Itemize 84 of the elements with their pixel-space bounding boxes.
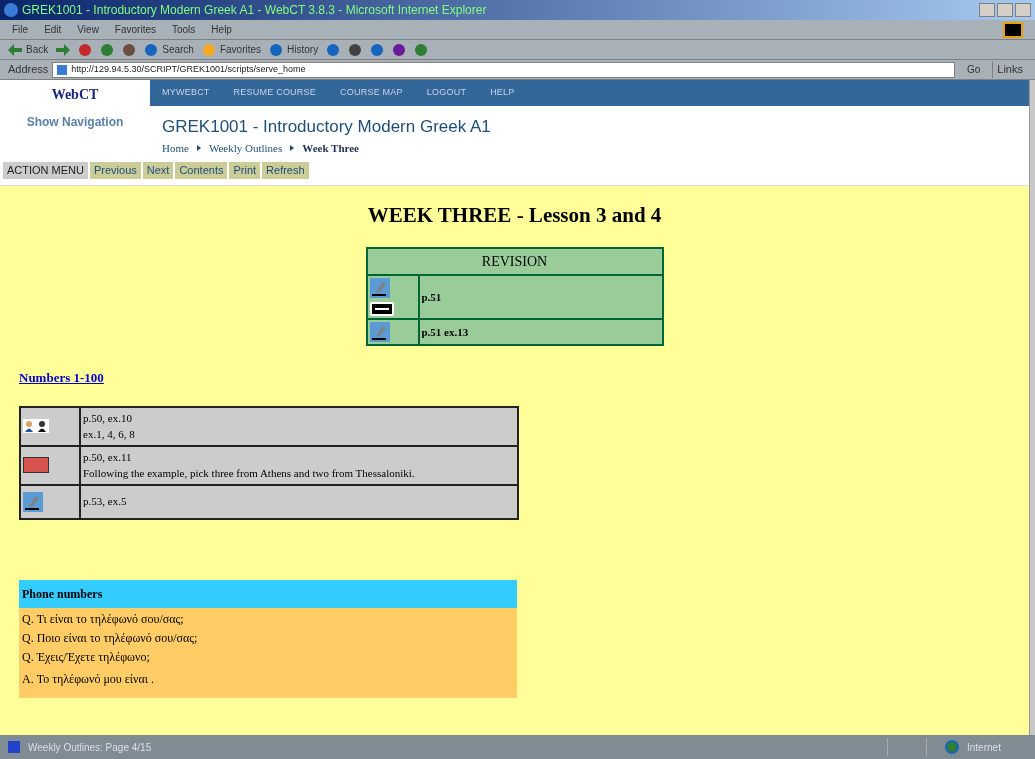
history-button[interactable]: History bbox=[269, 42, 319, 57]
webct-logo: WebCT bbox=[51, 86, 99, 104]
messenger-button[interactable] bbox=[414, 42, 429, 57]
action-menu-label: ACTION MENU bbox=[3, 162, 88, 179]
favorites-button[interactable]: Favorites bbox=[201, 42, 262, 57]
forward-button[interactable] bbox=[56, 43, 71, 56]
toolbar-icon bbox=[201, 42, 216, 57]
numbers-link[interactable]: Numbers 1-100 bbox=[19, 368, 104, 388]
table-cell: p.51 ex.13 bbox=[418, 319, 663, 345]
action-button[interactable]: Refresh bbox=[262, 162, 309, 179]
phrase-text: Q. Ποιο είναι το τηλέφωνό σου/σας; bbox=[22, 629, 199, 647]
phrase-text: Q. Έχεις/Έχετε τηλέφωνο; bbox=[22, 648, 151, 666]
links-button[interactable]: Links bbox=[992, 61, 1027, 78]
status-panel bbox=[887, 738, 927, 756]
toolbar-icon bbox=[392, 42, 407, 57]
separator-icon bbox=[290, 144, 295, 151]
menu-item[interactable]: File bbox=[12, 22, 29, 37]
globe-icon bbox=[945, 740, 959, 754]
toolbar-icon bbox=[414, 42, 429, 57]
go-button[interactable]: Go bbox=[958, 62, 989, 77]
cassette-icon bbox=[369, 302, 394, 316]
toolbar-icon bbox=[100, 42, 115, 57]
separator-icon bbox=[196, 144, 201, 151]
back-arrow-icon bbox=[8, 43, 22, 56]
cassette-icon bbox=[23, 457, 49, 473]
writing-icon bbox=[23, 491, 43, 512]
exercise-text: Following the example, pick three from Athens and two from Thessaloniki. bbox=[83, 466, 416, 481]
action-button[interactable]: Contents bbox=[175, 162, 228, 179]
menu-item[interactable]: View bbox=[77, 22, 99, 37]
phrase-text: Q. Τι είναι το τηλέφωνό σου/σας; bbox=[22, 610, 185, 628]
exercise-text: p.50, ex.11 bbox=[83, 449, 133, 465]
page-icon bbox=[57, 64, 68, 75]
zone-text: Internet bbox=[967, 740, 1002, 755]
forward-arrow-icon bbox=[56, 43, 71, 56]
edit-button[interactable] bbox=[370, 42, 385, 57]
minimize-button[interactable] bbox=[979, 3, 995, 17]
writing-icon bbox=[369, 278, 390, 298]
breadcrumb-link[interactable]: Week Three bbox=[302, 139, 359, 156]
discuss-button[interactable] bbox=[392, 42, 407, 57]
nav-link[interactable]: LOGOUT bbox=[426, 86, 467, 100]
page-heading: WEEK THREE - Lesson 3 and 4 bbox=[366, 201, 663, 229]
action-button[interactable]: Print bbox=[229, 162, 261, 179]
menu-item[interactable]: Help bbox=[211, 22, 232, 37]
nav-link[interactable]: MYWEBCT bbox=[162, 86, 210, 100]
writing-icon bbox=[369, 322, 390, 342]
action-button[interactable]: Next bbox=[142, 162, 174, 179]
window-title: GREK1001 - Introductory Modern Greek A1 - WebCT 3.8.3 - Microsoft Internet Explorer bbox=[22, 2, 487, 19]
scrollbar[interactable] bbox=[1029, 80, 1035, 735]
nav-link[interactable]: RESUME COURSE bbox=[233, 86, 316, 100]
nav-link[interactable]: HELP bbox=[490, 86, 515, 100]
menu-item[interactable]: Favorites bbox=[114, 22, 156, 37]
refresh-button[interactable] bbox=[100, 42, 115, 57]
address-label: Address bbox=[8, 62, 49, 78]
mail-button[interactable] bbox=[326, 42, 341, 57]
home-button[interactable] bbox=[122, 42, 137, 57]
table-header: REVISION bbox=[366, 248, 663, 275]
show-navigation-link[interactable]: Show Navigation bbox=[26, 113, 124, 131]
back-button[interactable]: Back bbox=[8, 42, 49, 57]
table-cell: p.51 bbox=[418, 275, 663, 319]
breadcrumb-link[interactable]: Weekly Outlines bbox=[208, 139, 283, 156]
people-icon bbox=[23, 419, 49, 433]
windows-logo-icon bbox=[1003, 21, 1023, 38]
menu-item[interactable]: Edit bbox=[44, 22, 62, 37]
status-text: Weekly Outlines: Page 4/15 bbox=[28, 740, 152, 755]
menu-item[interactable]: Tools bbox=[172, 22, 196, 37]
exercise-text: ex.1, 4, 6, 8 bbox=[83, 427, 136, 442]
nav-link[interactable]: COURSE MAP bbox=[340, 86, 403, 100]
course-title: GREK1001 - Introductory Modern Greek A1 bbox=[162, 116, 492, 138]
exercise-text: p.50, ex.10 bbox=[83, 410, 133, 426]
toolbar-icon bbox=[370, 42, 385, 57]
toolbar-icon bbox=[269, 42, 284, 57]
action-button[interactable]: Previous bbox=[90, 162, 141, 179]
phrase-text: A. Το τηλέφωνό μου είναι . bbox=[22, 670, 155, 688]
breadcrumb-link[interactable]: Home bbox=[162, 139, 189, 156]
ie-icon bbox=[4, 3, 18, 17]
search-button[interactable]: Search bbox=[144, 42, 194, 57]
close-button[interactable] bbox=[1015, 3, 1031, 17]
toolbar-icon bbox=[122, 42, 137, 57]
phone-header: Phone numbers bbox=[19, 579, 517, 608]
maximize-button[interactable] bbox=[997, 3, 1013, 17]
exercise-text: p.53, ex.5 bbox=[83, 494, 128, 510]
toolbar-icon bbox=[326, 42, 341, 57]
address-field[interactable]: http://129.94.5.30/SCRIPT/GREK1001/scripts/serve_home bbox=[52, 61, 955, 78]
page-icon bbox=[8, 741, 20, 753]
